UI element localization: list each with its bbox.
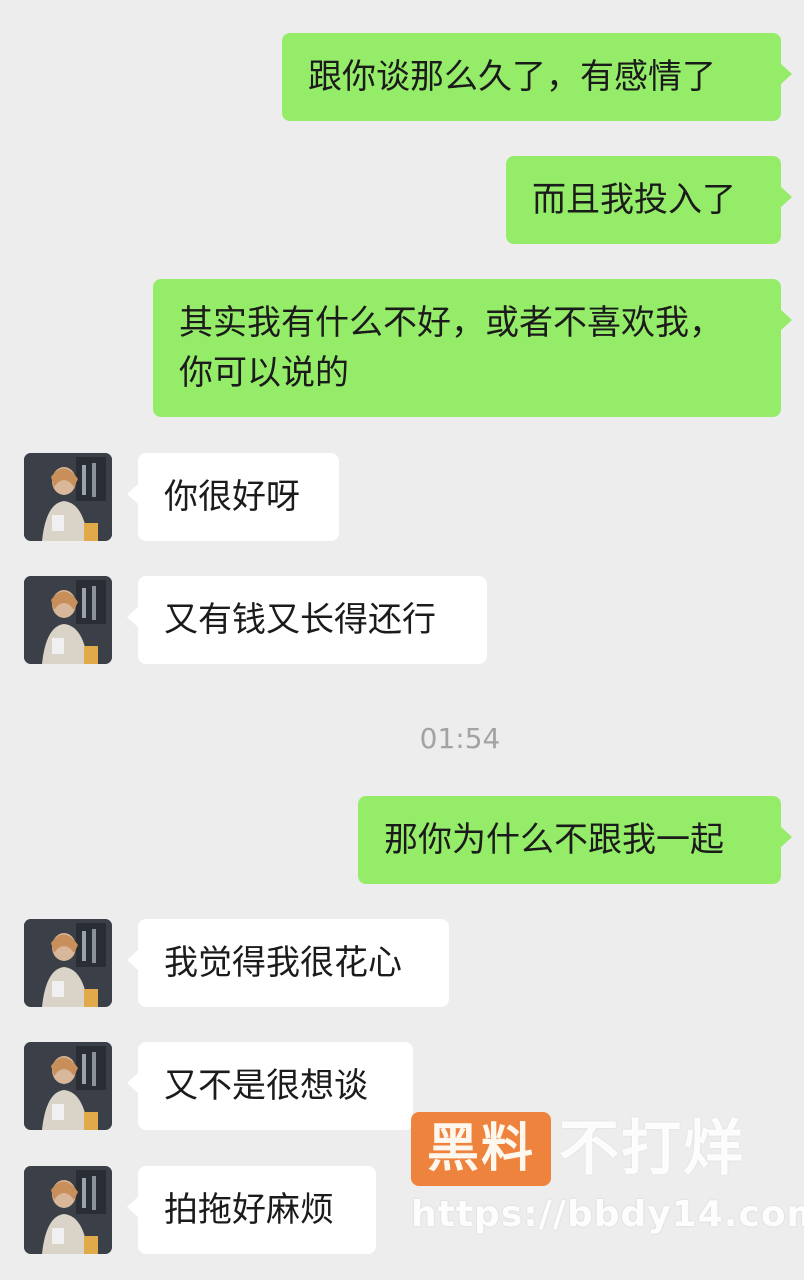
contact-avatar[interactable] [24, 919, 112, 1007]
sent-message-bubble[interactable]: 跟你谈那么久了，有感情了 [282, 33, 792, 121]
sent-message-bubble[interactable]: 而且我投入了 [506, 156, 792, 244]
sent-message-bubble[interactable]: 其实我有什么不好，或者不喜欢我，你可以说的 [153, 279, 792, 417]
contact-avatar[interactable] [24, 576, 112, 664]
message-text: 那你为什么不跟我一起 [384, 820, 724, 860]
watermark-logo: 黑料 [411, 1112, 551, 1186]
sent-message-bubble[interactable]: 那你为什么不跟我一起 [358, 796, 792, 884]
watermark: 黑料 不打烊 https://bbdy14.com [411, 1112, 804, 1262]
message-text: 你很好呀 [164, 477, 300, 517]
message-text: 拍拖好麻烦 [164, 1190, 334, 1230]
avatar-photo-icon [24, 919, 112, 1007]
watermark-title: 不打烊 [559, 1114, 745, 1184]
received-message-bubble[interactable]: 你很好呀 [127, 453, 339, 541]
contact-avatar[interactable] [24, 453, 112, 541]
avatar-photo-icon [24, 1042, 112, 1130]
contact-avatar[interactable] [24, 1042, 112, 1130]
avatar-photo-icon [24, 576, 112, 664]
avatar-photo-icon [24, 453, 112, 541]
received-message-bubble[interactable]: 又有钱又长得还行 [127, 576, 487, 664]
message-text: 跟你谈那么久了，有感情了 [308, 57, 716, 97]
chat-timestamp: 01:54 [419, 722, 501, 755]
message-text: 其实我有什么不好，或者不喜欢我，你可以说的 [179, 303, 723, 393]
received-message-bubble[interactable]: 拍拖好麻烦 [127, 1166, 376, 1254]
received-message-bubble[interactable]: 又不是很想谈 [127, 1042, 413, 1130]
message-text: 又不是很想谈 [164, 1066, 368, 1106]
received-message-bubble[interactable]: 我觉得我很花心 [127, 919, 449, 1007]
watermark-url: https://bbdy14.com [411, 1194, 804, 1235]
message-text: 我觉得我很花心 [164, 943, 402, 983]
avatar-photo-icon [24, 1166, 112, 1254]
contact-avatar[interactable] [24, 1166, 112, 1254]
message-text: 又有钱又长得还行 [164, 600, 436, 640]
message-text: 而且我投入了 [532, 180, 736, 220]
